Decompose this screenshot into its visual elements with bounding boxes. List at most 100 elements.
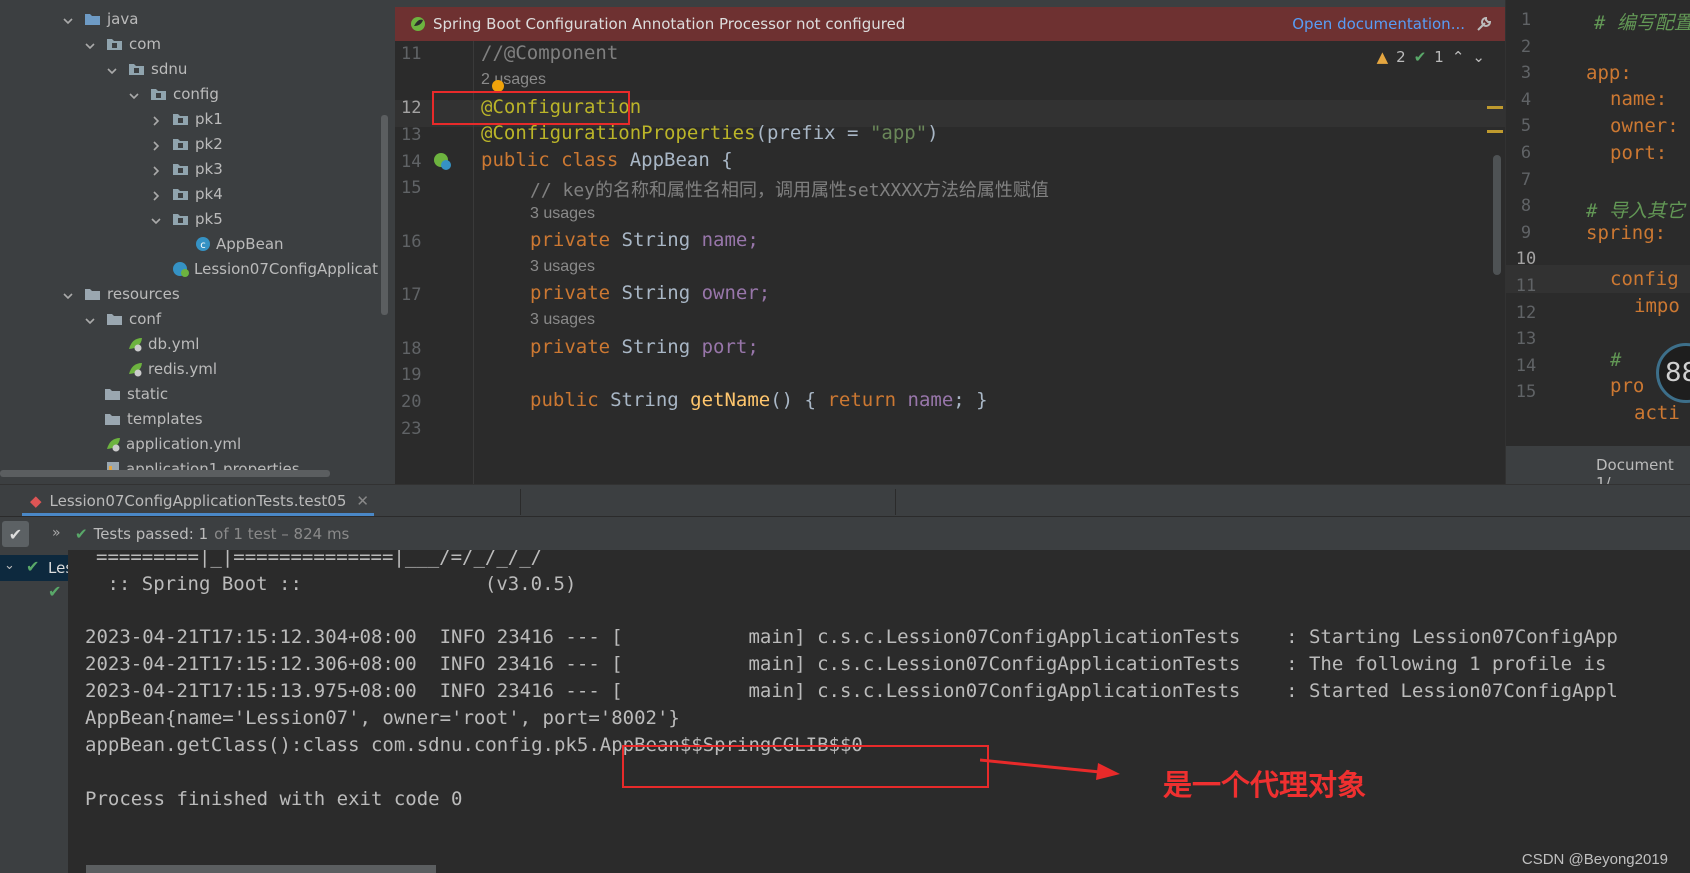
- chevron-down-icon[interactable]: [128, 88, 140, 100]
- check-icon: ✔: [8, 524, 23, 544]
- tree-item-lession07configapplicat[interactable]: Lession07ConfigApplicat: [172, 256, 378, 281]
- chevron-down-icon[interactable]: ⌄: [4, 558, 15, 573]
- chevron-down-icon[interactable]: [84, 313, 96, 325]
- folder-icon: [106, 312, 123, 326]
- tree-item-label: db.yml: [148, 334, 200, 353]
- tree-item-sdnu[interactable]: sdnu: [106, 56, 187, 81]
- console-output[interactable]: =========|_|==============|___/=/_/_/_/ …: [68, 550, 1690, 873]
- yaml-line[interactable]: spring:: [1586, 222, 1666, 244]
- highlight-box: [622, 745, 989, 788]
- wrench-icon[interactable]: [1475, 15, 1493, 33]
- code-line-17[interactable]: private String owner;: [530, 282, 770, 304]
- code-line-11[interactable]: //@Component: [481, 42, 618, 64]
- chevron-right-icon[interactable]: [150, 188, 162, 201]
- yaml-line[interactable]: config: [1610, 268, 1679, 290]
- code-line-16[interactable]: private String name;: [530, 229, 759, 251]
- yaml-line[interactable]: acti: [1634, 402, 1680, 424]
- check-icon: ✔: [26, 557, 40, 576]
- yaml-editor-panel[interactable]: 1 2 3 4 5 6 7 8 9 10 11 12 13 14 15 # 编写配置 app: name: …: [1505, 0, 1690, 484]
- show-passed-button[interactable]: ✔: [2, 521, 29, 547]
- chevron-down-icon[interactable]: [106, 63, 118, 75]
- chevron-down-icon[interactable]: [62, 288, 74, 300]
- tree-item-application1-properties[interactable]: application1.properties: [104, 456, 300, 481]
- yaml-line[interactable]: port:: [1610, 142, 1679, 164]
- field-token: name: [907, 389, 954, 411]
- test-tree-row[interactable]: ⌄ ✔ Les: [0, 555, 73, 581]
- close-icon[interactable]: ✕: [356, 492, 369, 510]
- chevron-down-icon[interactable]: [62, 13, 74, 25]
- yaml-line[interactable]: pro: [1610, 375, 1644, 397]
- console-horizontal-scrollbar[interactable]: [86, 865, 436, 873]
- spring-bean-gutter-icon[interactable]: [432, 151, 452, 171]
- chevron-up-icon[interactable]: ⌃: [1452, 48, 1465, 66]
- code-line-18[interactable]: private String port;: [530, 336, 759, 358]
- tree-item-db-yml[interactable]: db.yml: [126, 331, 199, 356]
- tree-horizontal-scrollbar[interactable]: [0, 470, 330, 477]
- yaml-line[interactable]: #: [1610, 349, 1633, 371]
- open-documentation-link[interactable]: Open documentation...: [1292, 15, 1465, 33]
- svg-text:c: c: [200, 240, 206, 251]
- tree-item-static[interactable]: static: [104, 381, 168, 406]
- tree-item-label: conf: [129, 309, 162, 328]
- tree-item-label: pk3: [195, 159, 223, 178]
- tree-scrollbar[interactable]: [381, 115, 388, 315]
- check-icon: ✔: [1413, 48, 1427, 66]
- line-number: 18: [401, 339, 422, 359]
- tree-item-java[interactable]: java: [62, 6, 138, 31]
- method-token: getName: [690, 389, 771, 411]
- keyword-token: public class: [481, 149, 630, 171]
- chevron-down-icon[interactable]: ⌄: [1472, 48, 1485, 66]
- code-editor[interactable]: Spring Boot Configuration Annotation Pro…: [395, 0, 1505, 484]
- test-status-bar: ✔ » ✔ Tests passed: 1 of 1 test – 824 ms: [0, 516, 1690, 550]
- yaml-line[interactable]: app:: [1586, 62, 1632, 84]
- yaml-line[interactable]: name:: [1610, 88, 1679, 110]
- code-line-20[interactable]: public String getName() { return name; }: [530, 389, 988, 411]
- error-stripe-marker[interactable]: [1487, 130, 1503, 133]
- yaml-line[interactable]: impo: [1634, 295, 1680, 317]
- error-stripe-marker[interactable]: [1487, 106, 1503, 109]
- tree-item-pk5[interactable]: pk5: [150, 206, 223, 231]
- yaml-line-number: 7: [1520, 169, 1532, 190]
- editor-scrollbar[interactable]: [1493, 155, 1501, 275]
- tree-item-pk3[interactable]: pk3: [150, 156, 223, 181]
- chevron-right-icon[interactable]: [150, 163, 162, 176]
- tree-item-pk2[interactable]: pk2: [150, 131, 223, 156]
- tree-item-application-yml[interactable]: application.yml: [104, 431, 241, 456]
- yaml-line[interactable]: # 编写配置: [1594, 8, 1690, 35]
- tree-item-com[interactable]: com: [84, 31, 161, 56]
- usages-hint[interactable]: 3 usages: [530, 205, 595, 223]
- tree-item-label: pk5: [195, 209, 223, 228]
- yaml-line[interactable]: owner:: [1610, 115, 1690, 137]
- yaml-line[interactable]: # 导入其它: [1586, 196, 1685, 223]
- tree-item-conf[interactable]: conf: [84, 306, 161, 331]
- chevron-right-icon[interactable]: [150, 113, 162, 126]
- tree-item-label: pk4: [195, 184, 223, 203]
- document-status: Document 1/: [1596, 456, 1674, 484]
- usages-hint[interactable]: 3 usages: [530, 258, 595, 276]
- memory-gauge[interactable]: 88: [1656, 343, 1690, 403]
- type-token: String: [610, 389, 691, 411]
- tree-item-redis-yml[interactable]: redis.yml: [126, 356, 217, 381]
- code-line-13[interactable]: @ConfigurationProperties(prefix = "app"): [481, 122, 939, 144]
- tree-item-resources[interactable]: resources: [62, 281, 180, 306]
- chevron-right-icon[interactable]: [150, 138, 162, 151]
- chevron-down-icon[interactable]: [150, 213, 162, 225]
- tree-item-appbean[interactable]: c AppBean: [194, 231, 284, 256]
- chevron-down-icon[interactable]: [84, 38, 96, 50]
- usages-hint[interactable]: 2 usages: [481, 71, 546, 89]
- tree-item-templates[interactable]: templates: [104, 406, 203, 431]
- usages-hint[interactable]: 3 usages: [530, 311, 595, 329]
- annotation-token: @ConfigurationProperties: [481, 122, 756, 144]
- tree-item-pk1[interactable]: pk1: [150, 106, 223, 131]
- expand-icon[interactable]: »: [52, 525, 61, 541]
- inspection-widget[interactable]: ▲ 2 ✔ 1 ⌃ ⌄: [1377, 48, 1485, 66]
- code-line-14[interactable]: public class AppBean {: [481, 149, 733, 171]
- console-line: 2023-04-21T17:15:13.975+08:00 INFO 23416…: [85, 680, 1618, 702]
- tree-item-pk4[interactable]: pk4: [150, 181, 223, 206]
- package-icon: [150, 87, 167, 101]
- yaml-line-number: 9: [1520, 222, 1532, 243]
- code-line-15[interactable]: // key的名称和属性名相同，调用属性setXXXX方法给属性赋值: [530, 176, 1049, 202]
- line-number: 17: [401, 285, 422, 305]
- tree-item-config[interactable]: config: [128, 81, 219, 106]
- class-icon: c: [194, 235, 212, 253]
